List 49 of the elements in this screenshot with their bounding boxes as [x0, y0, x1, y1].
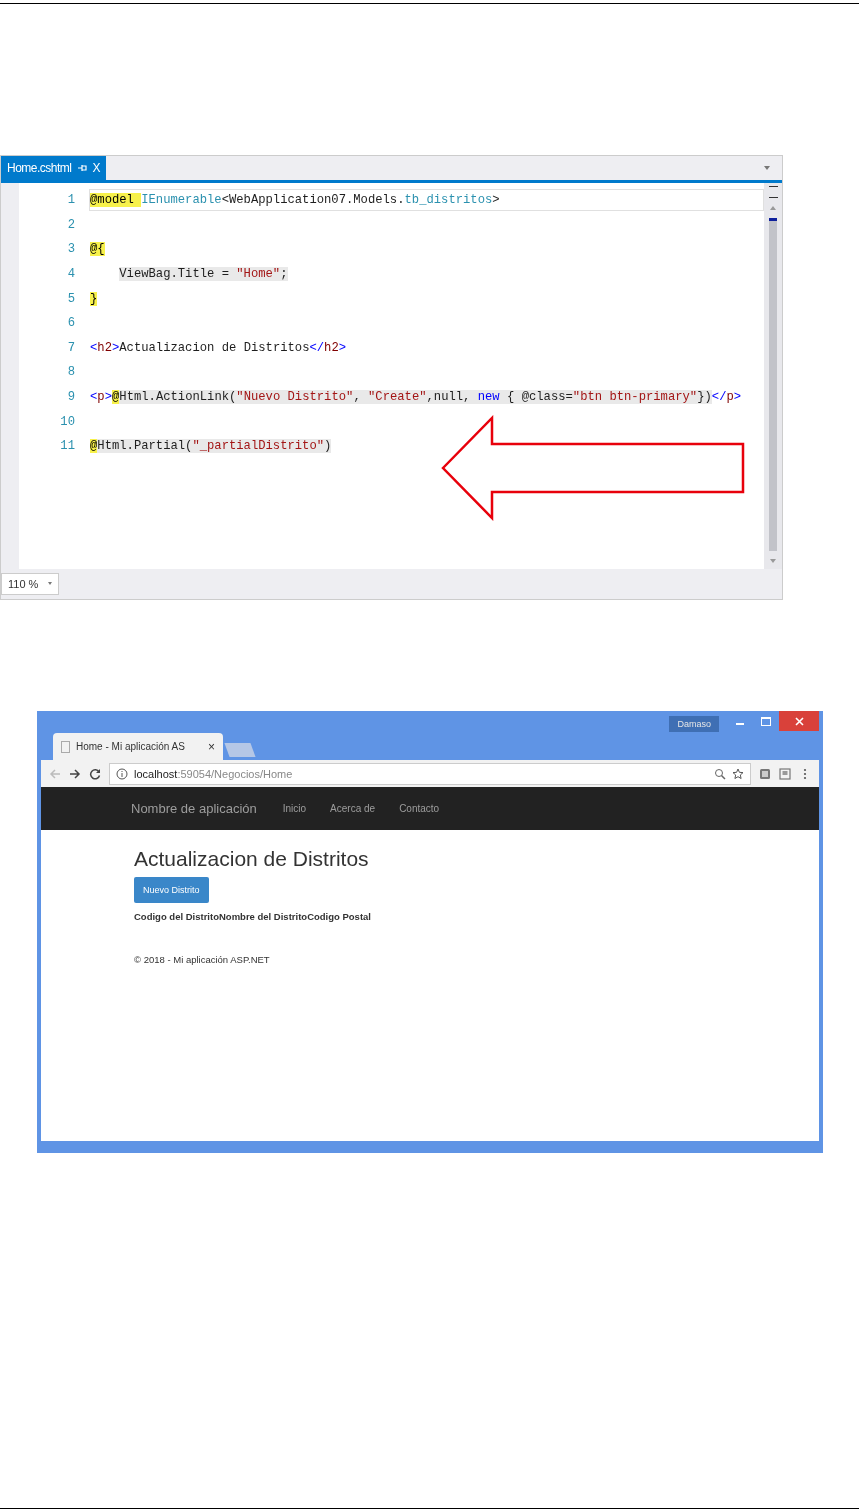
line-number: 3	[66, 242, 76, 257]
close-icon[interactable]: ×	[208, 739, 215, 754]
line-number: 4	[66, 267, 76, 282]
user-badge[interactable]: Damaso	[669, 716, 719, 732]
zoom-icon[interactable]	[714, 767, 726, 780]
new-tab-button[interactable]	[224, 743, 256, 757]
extension-icon[interactable]	[759, 767, 771, 780]
address-bar[interactable]: localhost:59054/Negocios/Home	[109, 762, 751, 785]
line-number: 10	[59, 414, 76, 429]
close-icon[interactable]	[779, 711, 819, 731]
scroll-up-icon[interactable]	[770, 206, 776, 210]
page-icon	[61, 740, 70, 753]
line-number: 5	[66, 291, 76, 306]
line-number: 9	[66, 390, 76, 405]
column-header: Codigo del Distrito	[134, 911, 219, 922]
brand-link[interactable]: Nombre de aplicación	[131, 801, 257, 816]
line-number: 11	[59, 439, 76, 454]
url-text: localhost:59054/Negocios/Home	[134, 767, 294, 780]
nav-link[interactable]: Inicio	[282, 803, 307, 814]
save-icon[interactable]	[779, 767, 791, 780]
reload-icon[interactable]	[89, 767, 101, 780]
new-district-button[interactable]: Nuevo Distrito	[134, 877, 209, 903]
scroll-down-icon[interactable]	[770, 559, 776, 563]
code-line: @Html.Partial("_partialDistrito")	[89, 438, 333, 456]
column-header: Codigo Postal	[307, 911, 371, 922]
footer-text: © 2018 - Mi aplicación ASP.NET	[134, 954, 270, 965]
browser-tab[interactable]: Home - Mi aplicación AS ×	[53, 733, 223, 760]
info-icon	[116, 767, 128, 780]
dropdown-icon[interactable]	[764, 166, 770, 170]
scrollbar-thumb[interactable]	[769, 218, 777, 551]
line-number: 2	[66, 217, 76, 232]
caret-icon	[48, 582, 53, 585]
nav-link[interactable]: Contacto	[399, 803, 440, 814]
close-icon[interactable]: X	[92, 161, 101, 175]
line-number: 7	[66, 340, 76, 355]
page-heading: Actualizacion de Distritos	[134, 847, 370, 871]
pin-icon[interactable]	[77, 164, 87, 172]
code-line: ViewBag.Title = "Home";	[118, 266, 289, 284]
forward-icon[interactable]	[69, 767, 81, 780]
code-line: <h2>Actualizacion de Distritos</h2>	[89, 339, 348, 357]
line-number: 6	[66, 316, 76, 331]
file-tab[interactable]: Home.cshtml X	[1, 156, 107, 180]
line-number: 8	[66, 365, 76, 380]
nav-link[interactable]: Acerca de	[330, 803, 376, 814]
star-icon[interactable]	[732, 767, 744, 780]
line-number: 1	[66, 193, 76, 208]
column-header: Nombre del Distrito	[218, 911, 308, 922]
zoom-dropdown[interactable]: 110 %	[1, 572, 60, 595]
split-icon[interactable]	[768, 186, 778, 198]
